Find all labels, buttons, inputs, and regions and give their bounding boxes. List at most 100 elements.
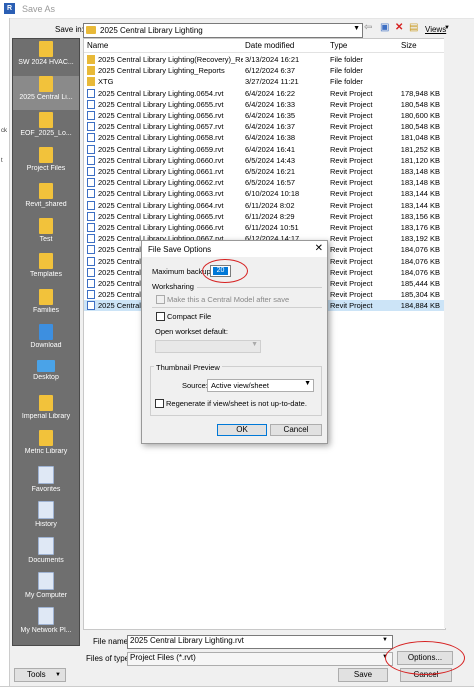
column-date[interactable]: Date modified — [245, 41, 294, 50]
file-row[interactable]: 2025 Central Library Lighting.0661.rvt 6/… — [84, 166, 445, 177]
file-name-chevron-icon[interactable]: ▼ — [382, 637, 388, 643]
place-label: Favorites — [31, 485, 61, 493]
file-row[interactable]: 2025 Central Library Lighting.0660.rvt 6/… — [84, 155, 445, 166]
file-list-scrollbar[interactable] — [444, 38, 450, 628]
close-icon[interactable]: ✕ — [315, 243, 323, 254]
back-arrow-icon[interactable]: ⇦ — [364, 22, 372, 33]
revit-file-icon — [87, 111, 95, 120]
file-row[interactable]: 2025 Central Library Lighting.0657.rvt 6/… — [84, 121, 445, 132]
place-item[interactable]: Revit_shared — [13, 182, 79, 217]
save-in-combo[interactable]: 2025 Central Library Lighting ▼ — [83, 23, 363, 38]
file-size: 183,192 KB — [400, 234, 440, 244]
file-name: 2025 Central Library Lighting.0655.rvt — [98, 99, 224, 109]
file-size: 183,156 KB — [400, 211, 440, 221]
file-row[interactable]: 2025 Central Library Lighting.0656.rvt 6/… — [84, 110, 445, 121]
revit-file-icon — [87, 122, 95, 132]
place-item[interactable]: Imperial Library — [13, 395, 79, 429]
file-type-combo[interactable]: Project Files (*.rvt) — [127, 652, 393, 666]
revit-file-icon — [87, 189, 95, 199]
thumbnail-label: Thumbnail Preview — [154, 363, 222, 372]
place-item[interactable]: SW 2024 HVAC... — [13, 41, 79, 75]
make-central-checkbox[interactable] — [156, 295, 165, 304]
save-button[interactable]: Save — [338, 668, 388, 682]
file-row[interactable]: 2025 Central Library Lighting.0663.rvt 6/… — [84, 188, 445, 199]
place-label: Test — [39, 236, 53, 243]
place-label: Metric Library — [24, 448, 68, 456]
file-type: File folder — [330, 55, 363, 64]
place-item[interactable]: Download — [13, 324, 79, 358]
compact-file-checkbox[interactable] — [156, 312, 165, 321]
folder-icon — [87, 55, 95, 64]
delete-icon[interactable]: ✕ — [395, 22, 403, 33]
place-item[interactable]: 2025 Central Li... — [13, 76, 79, 111]
file-row[interactable]: 2025 Central Library Lighting_Reports 6/1… — [84, 65, 445, 76]
revit-file-icon — [87, 211, 95, 221]
file-type: File folder — [330, 66, 363, 76]
place-item[interactable]: Project Files — [13, 147, 79, 181]
tools-button[interactable]: Tools ▼ — [14, 668, 66, 682]
revit-file-icon — [87, 99, 95, 109]
file-name-input[interactable]: 2025 Central Library Lighting.rvt — [127, 635, 393, 649]
place-label: Desktop — [33, 373, 59, 381]
file-row[interactable]: 2025 Central Library Lighting.0658.rvt 6/… — [84, 132, 445, 143]
place-item[interactable]: Desktop — [13, 359, 79, 394]
folder-icon — [39, 182, 53, 199]
file-row[interactable]: 2025 Central Library Lighting.0655.rvt 6/… — [84, 99, 445, 110]
folder-icon — [38, 572, 54, 590]
place-item[interactable]: Metric Library — [13, 430, 79, 464]
file-row[interactable]: 2025 Central Library Lighting.0666.rvt 6/… — [84, 222, 445, 233]
file-date: 6/4/2024 16:35 — [245, 111, 296, 120]
ok-button[interactable]: OK — [217, 424, 267, 436]
background-window-strip: ck t — [0, 18, 10, 695]
place-item[interactable]: Documents — [13, 536, 79, 571]
file-size: 181,252 KB — [400, 144, 440, 154]
column-name[interactable]: Name — [87, 41, 108, 50]
place-label: My Computer — [24, 592, 67, 599]
place-item[interactable]: History — [13, 501, 79, 535]
file-date: 6/4/2024 16:38 — [245, 133, 296, 143]
app-icon: R — [4, 3, 15, 14]
file-row[interactable]: 2025 Central Library Lighting.0659.rvt 6/… — [84, 144, 445, 155]
file-row[interactable]: 2025 Central Library Lighting.0664.rvt 6/… — [84, 200, 445, 211]
file-size: 180,548 KB — [400, 99, 440, 109]
file-row[interactable]: 2025 Central Library Lighting.0654.rvt 6/… — [84, 88, 445, 99]
place-item[interactable]: Templates — [13, 253, 79, 287]
file-row[interactable]: XTG 3/27/2024 11:21 File folder — [84, 76, 445, 87]
new-folder-icon[interactable]: ▤ — [409, 22, 418, 33]
place-item[interactable]: My Computer — [13, 572, 79, 606]
file-name: 2025 Central Library Lighting.0666.rvt — [98, 223, 224, 232]
place-item[interactable]: Families — [13, 288, 79, 323]
column-size[interactable]: Size — [401, 41, 417, 50]
file-name: 2025 Central Library Lighting.0663.rvt — [98, 189, 224, 199]
column-type[interactable]: Type — [330, 41, 347, 50]
file-row[interactable]: 2025 Central Library Lighting.0665.rvt 6/… — [84, 211, 445, 222]
make-central-label: Make this a Central Model after save — [167, 295, 290, 304]
file-row[interactable]: 2025 Central Library Lighting(Recovery)_… — [84, 54, 445, 65]
revit-file-icon — [87, 290, 95, 300]
place-label: Revit_shared — [25, 200, 67, 208]
file-date: 6/4/2024 16:41 — [245, 144, 296, 154]
views-chevron-icon: ▼ — [444, 25, 450, 31]
chevron-down-icon: ▼ — [251, 341, 258, 348]
file-size: 180,600 KB — [400, 111, 440, 120]
place-item[interactable]: My Network Pl... — [13, 607, 79, 641]
file-size: 183,176 KB — [400, 223, 440, 232]
folder-icon — [39, 430, 53, 447]
file-date: 6/5/2024 16:57 — [245, 178, 296, 188]
folder-icon — [38, 607, 54, 626]
tools-chevron-icon: ▼ — [55, 672, 61, 678]
dialog-cancel-button[interactable]: Cancel — [270, 424, 322, 436]
place-item[interactable]: Favorites — [13, 465, 79, 500]
file-row[interactable]: 2025 Central Library Lighting.0662.rvt 6/… — [84, 177, 445, 188]
revit-file-icon — [87, 279, 95, 288]
place-item[interactable]: EOF_2025_Lo... — [13, 111, 79, 146]
up-folder-icon[interactable]: ▣ — [380, 22, 389, 33]
regenerate-checkbox[interactable] — [155, 399, 164, 408]
revit-file-icon — [87, 301, 95, 311]
place-item[interactable]: Test — [13, 218, 79, 252]
source-combo[interactable]: Active view/sheet ▼ — [207, 379, 314, 392]
file-date: 6/5/2024 16:21 — [245, 167, 296, 176]
open-workset-combo[interactable]: ▼ — [155, 340, 261, 353]
place-label: Project Files — [26, 165, 66, 173]
file-size: 183,144 KB — [400, 200, 440, 210]
